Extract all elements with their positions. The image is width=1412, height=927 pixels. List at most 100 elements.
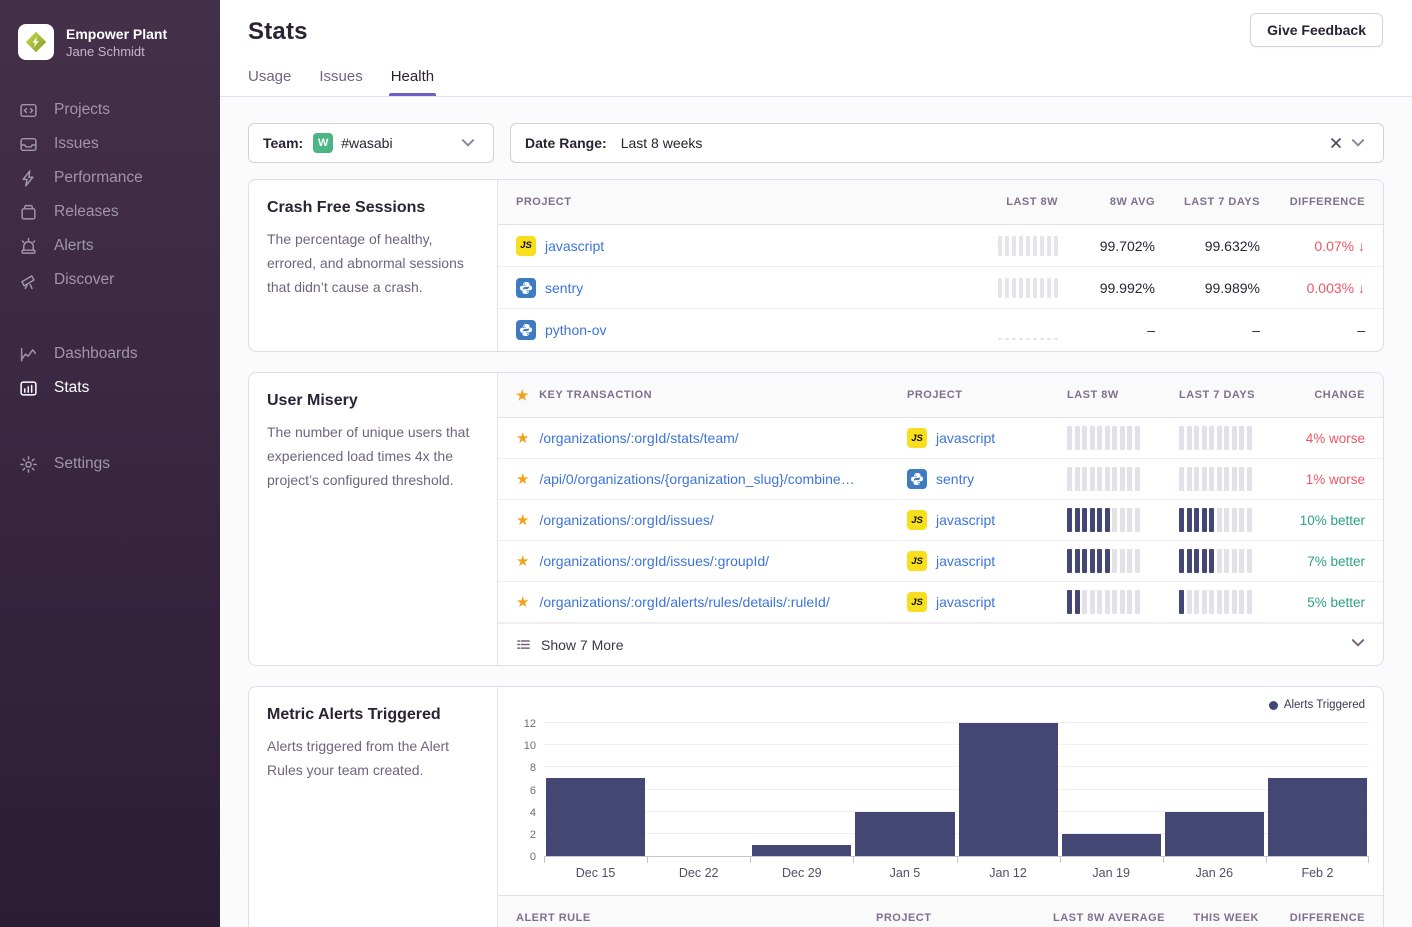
team-selector[interactable]: Team: W #wasabi — [248, 123, 494, 163]
key-transaction-star-icon[interactable]: ★ — [516, 472, 529, 487]
alerts-chart-plot: 024681012 — [544, 723, 1369, 857]
col-last-8w-average: Last 8w Average — [1053, 912, 1165, 924]
col-project: Project — [907, 389, 1067, 401]
mini-bar-chart-7d — [1179, 590, 1291, 614]
sparkline — [998, 236, 1059, 256]
col-project: Project — [516, 196, 908, 208]
sidebar-item-projects[interactable]: Projects — [0, 94, 220, 126]
col-change: Change — [1314, 389, 1365, 401]
date-range-label: Date Range: — [525, 135, 607, 151]
date-range-value: Last 8 weeks — [621, 135, 703, 151]
x-axis-label: Feb 2 — [1266, 866, 1369, 880]
panel-text: The percentage of healthy, errored, and … — [267, 227, 479, 299]
key-transaction-star-icon[interactable]: ★ — [516, 595, 529, 610]
col-8w-avg: 8w Avg — [1110, 196, 1155, 208]
date-range-selector[interactable]: Date Range: Last 8 weeks — [510, 123, 1384, 163]
alerts-table-header: Alert Rule Project Last 8w Average This … — [498, 895, 1383, 927]
panel-text: The number of unique users that experien… — [267, 420, 479, 492]
sidebar-item-dashboards[interactable]: Dashboards — [0, 338, 220, 370]
project-link[interactable]: python-ov — [545, 322, 606, 338]
x-axis-label: Jan 26 — [1163, 866, 1266, 880]
transaction-link[interactable]: /organizations/:orgId/issues/ — [539, 512, 713, 528]
sidebar-item-alerts[interactable]: Alerts — [0, 230, 220, 262]
chevron-down-icon[interactable] — [1347, 132, 1369, 154]
stats-icon — [18, 378, 38, 398]
sidebar-item-label: Performance — [54, 169, 143, 187]
page-title: Stats — [248, 18, 1384, 46]
key-transaction-star-icon[interactable]: ★ — [516, 513, 529, 528]
panel-description: Crash Free Sessions The percentage of he… — [249, 180, 498, 351]
issues-icon — [18, 134, 38, 154]
show-more-button[interactable]: Show 7 More — [498, 623, 1383, 665]
sidebar-item-stats[interactable]: Stats — [0, 372, 220, 404]
change-value: 1% worse — [1306, 472, 1365, 487]
transaction-link[interactable]: /api/0/organizations/{organization_slug}… — [539, 471, 854, 487]
col-key-transaction: Key Transaction — [539, 389, 652, 401]
team-label: Team: — [263, 135, 303, 151]
transaction-link[interactable]: /organizations/:orgId/issues/:groupId/ — [539, 553, 769, 569]
tab-usage[interactable]: Usage — [248, 68, 291, 96]
clear-icon[interactable] — [1325, 132, 1347, 154]
x-axis-label: Jan 5 — [853, 866, 956, 880]
project-link[interactable]: sentry — [936, 471, 974, 487]
avg-value: 99.992% — [1100, 280, 1155, 296]
x-axis-label: Dec 29 — [750, 866, 853, 880]
table-row: ★ /organizations/:orgId/issues/:groupId/… — [498, 541, 1383, 582]
platform-icon — [516, 320, 536, 340]
sidebar-item-issues[interactable]: Issues — [0, 128, 220, 160]
legend-label: Alerts Triggered — [1284, 699, 1365, 711]
sidebar-item-label: Dashboards — [54, 345, 138, 363]
mini-bar-chart-7d — [1179, 549, 1291, 573]
key-transaction-star-icon[interactable]: ★ — [516, 554, 529, 569]
alerts-chart-xaxis: Dec 15Dec 22Dec 29Jan 5Jan 12Jan 19Jan 2… — [544, 857, 1369, 893]
team-value: #wasabi — [341, 135, 392, 151]
project-link[interactable]: sentry — [545, 280, 583, 296]
give-feedback-button[interactable]: Give Feedback — [1250, 13, 1383, 47]
sidebar-item-performance[interactable]: Performance — [0, 162, 220, 194]
table-row: ★ /api/0/organizations/{organization_slu… — [498, 459, 1383, 500]
mini-bar-chart-8w — [1067, 549, 1179, 573]
table-row: sentry 99.992% 99.989% 0.003% ↓ — [498, 267, 1383, 309]
sidebar: Empower Plant Jane Schmidt Projects Issu… — [0, 0, 220, 927]
change-value: 5% better — [1307, 595, 1365, 610]
tab-health[interactable]: Health — [391, 68, 434, 96]
sidebar-item-label: Projects — [54, 101, 110, 119]
panel-description: Metric Alerts Triggered Alerts triggered… — [249, 687, 498, 927]
transaction-link[interactable]: /organizations/:orgId/alerts/rules/detai… — [539, 594, 829, 610]
chart-legend[interactable]: Alerts Triggered — [1269, 699, 1365, 711]
project-link[interactable]: javascript — [936, 430, 995, 446]
change-value: 10% better — [1300, 513, 1365, 528]
col-last-8w: Last 8w — [1006, 196, 1058, 208]
project-link[interactable]: javascript — [936, 594, 995, 610]
sidebar-item-discover[interactable]: Discover — [0, 264, 220, 296]
table-header: Project Last 8w 8w Avg Last 7 Days Diffe… — [498, 180, 1383, 225]
project-link[interactable]: javascript — [936, 553, 995, 569]
mini-bar-chart-7d — [1179, 426, 1291, 450]
discover-icon — [18, 270, 38, 290]
transaction-link[interactable]: /organizations/:orgId/stats/team/ — [539, 430, 738, 446]
sparkline — [998, 278, 1059, 298]
org-switcher[interactable]: Empower Plant Jane Schmidt — [0, 16, 220, 70]
table-row: ★ /organizations/:orgId/stats/team/ JS j… — [498, 418, 1383, 459]
dashboards-icon — [18, 344, 38, 364]
col-last-7-days: Last 7 Days — [1179, 389, 1291, 401]
project-link[interactable]: javascript — [545, 238, 604, 254]
metric-alerts-panel: Metric Alerts Triggered Alerts triggered… — [248, 686, 1384, 927]
alerts-icon — [18, 236, 38, 256]
alerts-triggered-chart: Alerts Triggered 024681012 Dec 15Dec 22D… — [498, 687, 1383, 893]
project-link[interactable]: javascript — [936, 512, 995, 528]
x-axis-label: Jan 12 — [957, 866, 1060, 880]
platform-icon: JS — [907, 428, 927, 448]
sidebar-item-releases[interactable]: Releases — [0, 196, 220, 228]
panel-text: Alerts triggered from the Alert Rules yo… — [267, 734, 479, 782]
key-transaction-star-icon[interactable]: ★ — [516, 431, 529, 446]
sentry-org-logo-icon — [18, 24, 54, 60]
filter-bar: Team: W #wasabi Date Range: Last 8 weeks — [248, 123, 1384, 163]
sidebar-item-settings[interactable]: Settings — [0, 448, 220, 480]
releases-icon — [18, 202, 38, 222]
tab-issues[interactable]: Issues — [319, 68, 362, 96]
sidebar-item-label: Alerts — [54, 237, 94, 255]
mini-bar-chart-8w — [1067, 590, 1179, 614]
projects-icon — [18, 100, 38, 120]
difference-value: – — [1357, 322, 1365, 338]
